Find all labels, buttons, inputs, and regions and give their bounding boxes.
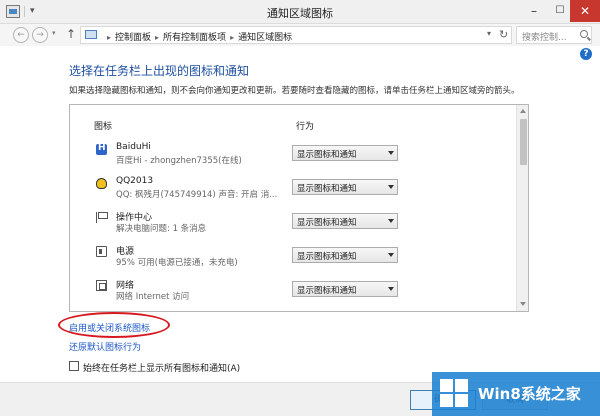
always-show-label[interactable]: 始终在任务栏上显示所有图标和通知(A) [83, 361, 240, 374]
title-bar: ▾ 通知区域图标 – ☐ ✕ [0, 0, 600, 24]
list-item: BaiduHi 百度Hi - zhongzhen7355(在线) 显示图标和通知 [70, 139, 516, 173]
notification-icons-list[interactable]: 图标 行为 BaiduHi 百度Hi - zhongzhen7355(在线) 显… [69, 104, 529, 312]
navigation-bar: ← → ▾ ↑ ▸ 控制面板 ▸ 所有控制面板项 ▸ 通知区域图标 ▾ ↻ 搜索控制... [0, 24, 600, 46]
breadcrumb: ▸ 控制面板 ▸ 所有控制面板项 ▸ 通知区域图标 [103, 30, 292, 43]
watermark-text: Win8系统之家 [478, 385, 581, 403]
refresh-icon[interactable]: ↻ [499, 28, 508, 41]
up-arrow-icon[interactable]: ↑ [66, 27, 76, 41]
qq-icon [96, 178, 107, 189]
behavior-select-value: 显示图标和通知 [297, 252, 357, 262]
item-description: 解决电脑问题: 1 条消息 [116, 224, 207, 234]
page-title: 选择在任务栏上出现的图标和通知 [69, 64, 250, 78]
scroll-up-icon[interactable] [520, 109, 526, 113]
behavior-select[interactable]: 显示图标和通知 [292, 179, 398, 195]
baiduhi-icon [96, 143, 107, 155]
highlight-ring [58, 312, 170, 338]
item-name: QQ2013 [116, 176, 154, 186]
column-header-icon: 图标 [94, 122, 113, 132]
breadcrumb-item[interactable]: 所有控制面板项 [163, 33, 226, 43]
behavior-select-value: 显示图标和通知 [297, 286, 357, 296]
item-description: 网络 Internet 访问 [116, 292, 190, 302]
breadcrumb-item[interactable]: 控制面板 [115, 33, 151, 43]
address-dropdown-icon[interactable]: ▾ [487, 29, 491, 38]
breadcrumb-sep-icon[interactable]: ▸ [107, 33, 111, 42]
behavior-select[interactable]: 显示图标和通知 [292, 281, 398, 297]
behavior-select[interactable]: 显示图标和通知 [292, 247, 398, 263]
scrollbar-thumb[interactable] [520, 119, 527, 165]
chevron-down-icon [388, 219, 394, 223]
behavior-select-value: 显示图标和通知 [297, 150, 357, 160]
network-icon [96, 280, 107, 291]
page-description: 如果选择隐藏图标和通知，则不会向你通知更改和更新。若要随时查看隐藏的图标，请单击… [69, 86, 520, 96]
item-description: QQ: 枫残月(745749914) 声音: 开启 消... [116, 190, 278, 200]
help-icon[interactable]: ? [580, 48, 592, 60]
recent-locations-icon[interactable]: ▾ [52, 29, 56, 37]
search-placeholder: 搜索控制... [522, 33, 567, 43]
breadcrumb-sep-icon[interactable]: ▸ [230, 33, 234, 42]
list-item: QQ2013 QQ: 枫残月(745749914) 声音: 开启 消... 显示… [70, 173, 516, 207]
behavior-select[interactable]: 显示图标和通知 [292, 145, 398, 161]
scroll-down-icon[interactable] [520, 302, 526, 306]
vertical-scrollbar[interactable] [516, 105, 528, 311]
item-description: 95% 可用(电源已接通，未充电) [116, 258, 238, 268]
close-button[interactable]: ✕ [570, 0, 600, 22]
search-icon[interactable] [580, 30, 588, 38]
breadcrumb-sep-icon[interactable]: ▸ [155, 33, 159, 42]
windows-logo-icon [440, 379, 470, 409]
restore-defaults-link[interactable]: 还原默认图标行为 [69, 340, 141, 353]
chevron-down-icon [388, 185, 394, 189]
item-name: BaiduHi [116, 142, 151, 152]
behavior-select-value: 显示图标和通知 [297, 184, 357, 194]
search-input[interactable]: 搜索控制... [516, 26, 592, 44]
power-icon [96, 246, 107, 257]
column-header-behavior: 行为 [296, 122, 315, 132]
minimize-button[interactable]: – [521, 0, 547, 22]
chevron-down-icon [388, 253, 394, 257]
list-item: 操作中心 解决电脑问题: 1 条消息 显示图标和通知 [70, 207, 516, 241]
breadcrumb-item[interactable]: 通知区域图标 [238, 33, 292, 43]
list-item: 电源 95% 可用(电源已接通，未充电) 显示图标和通知 [70, 241, 516, 275]
control-panel-icon [85, 30, 97, 39]
watermark: Win8系统之家 [432, 372, 600, 416]
back-button[interactable]: ← [13, 27, 29, 43]
action-center-flag-icon [96, 212, 108, 223]
behavior-select[interactable]: 显示图标和通知 [292, 213, 398, 229]
always-show-checkbox[interactable] [69, 361, 79, 371]
chevron-down-icon [388, 151, 394, 155]
forward-button[interactable]: → [32, 27, 48, 43]
address-bar[interactable]: ▸ 控制面板 ▸ 所有控制面板项 ▸ 通知区域图标 ▾ ↻ [80, 26, 512, 44]
chevron-down-icon [388, 287, 394, 291]
window-title: 通知区域图标 [267, 7, 333, 20]
behavior-select-value: 显示图标和通知 [297, 218, 357, 228]
item-description: 百度Hi - zhongzhen7355(在线) [116, 156, 242, 166]
main-content: ? 选择在任务栏上出现的图标和通知 如果选择隐藏图标和通知，则不会向你通知更改和… [0, 46, 600, 382]
list-item: 网络 网络 Internet 访问 显示图标和通知 [70, 275, 516, 309]
